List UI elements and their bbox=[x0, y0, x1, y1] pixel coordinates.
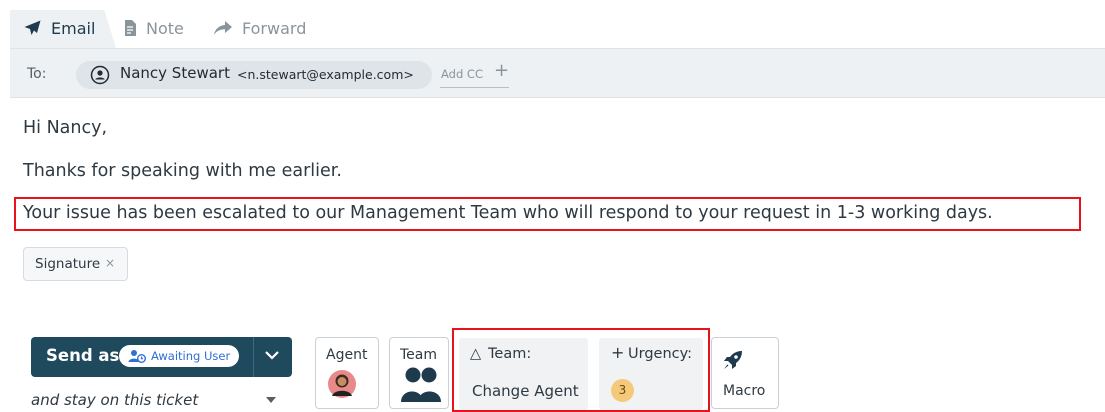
forward-arrow-icon bbox=[214, 21, 232, 35]
send-button-divider bbox=[253, 337, 254, 377]
agent-label: Agent bbox=[326, 347, 368, 363]
message-greeting[interactable]: Hi Nancy, bbox=[23, 118, 107, 138]
team-label: Team bbox=[400, 347, 438, 363]
message-line-1[interactable]: Thanks for speaking with me earlier. bbox=[23, 161, 342, 181]
chevron-down-icon[interactable] bbox=[264, 349, 280, 361]
tab-email[interactable]: Email bbox=[24, 16, 95, 40]
user-clock-icon bbox=[128, 350, 146, 363]
avatar bbox=[328, 370, 356, 398]
macro-label: Macro bbox=[723, 383, 766, 399]
signature-remove-icon[interactable]: × bbox=[105, 256, 115, 270]
recipient-email: <n.stewart@example.com> bbox=[237, 67, 414, 82]
stay-on-ticket-select[interactable]: and stay on this ticket bbox=[31, 391, 198, 409]
highlight-box-panels bbox=[452, 328, 710, 412]
to-label: To: bbox=[27, 66, 47, 82]
users-icon bbox=[401, 367, 441, 402]
user-circle-icon bbox=[90, 65, 110, 85]
highlight-box-message bbox=[14, 197, 1081, 231]
tab-forward-label: Forward bbox=[242, 18, 307, 38]
add-cc-plus-icon[interactable]: + bbox=[494, 60, 509, 81]
tab-note-label: Note bbox=[146, 18, 184, 38]
caret-down-icon[interactable] bbox=[266, 397, 276, 403]
tab-forward[interactable]: Forward bbox=[214, 16, 306, 40]
send-as-label: Send as bbox=[46, 346, 120, 365]
paper-plane-icon bbox=[24, 20, 41, 35]
recipient-name: Nancy Stewart bbox=[120, 64, 230, 82]
add-cc-underline bbox=[440, 87, 509, 88]
note-icon bbox=[125, 20, 136, 36]
status-badge-label: Awaiting User bbox=[151, 349, 231, 363]
tab-note[interactable]: Note bbox=[124, 16, 184, 40]
tab-email-label: Email bbox=[51, 18, 96, 38]
recipient-divider bbox=[10, 97, 1105, 98]
add-cc-link[interactable]: Add CC bbox=[441, 67, 483, 81]
signature-label: Signature bbox=[35, 256, 101, 272]
reply-tabs: Email Note Forward bbox=[0, 0, 1105, 48]
rocket-icon bbox=[724, 351, 742, 369]
